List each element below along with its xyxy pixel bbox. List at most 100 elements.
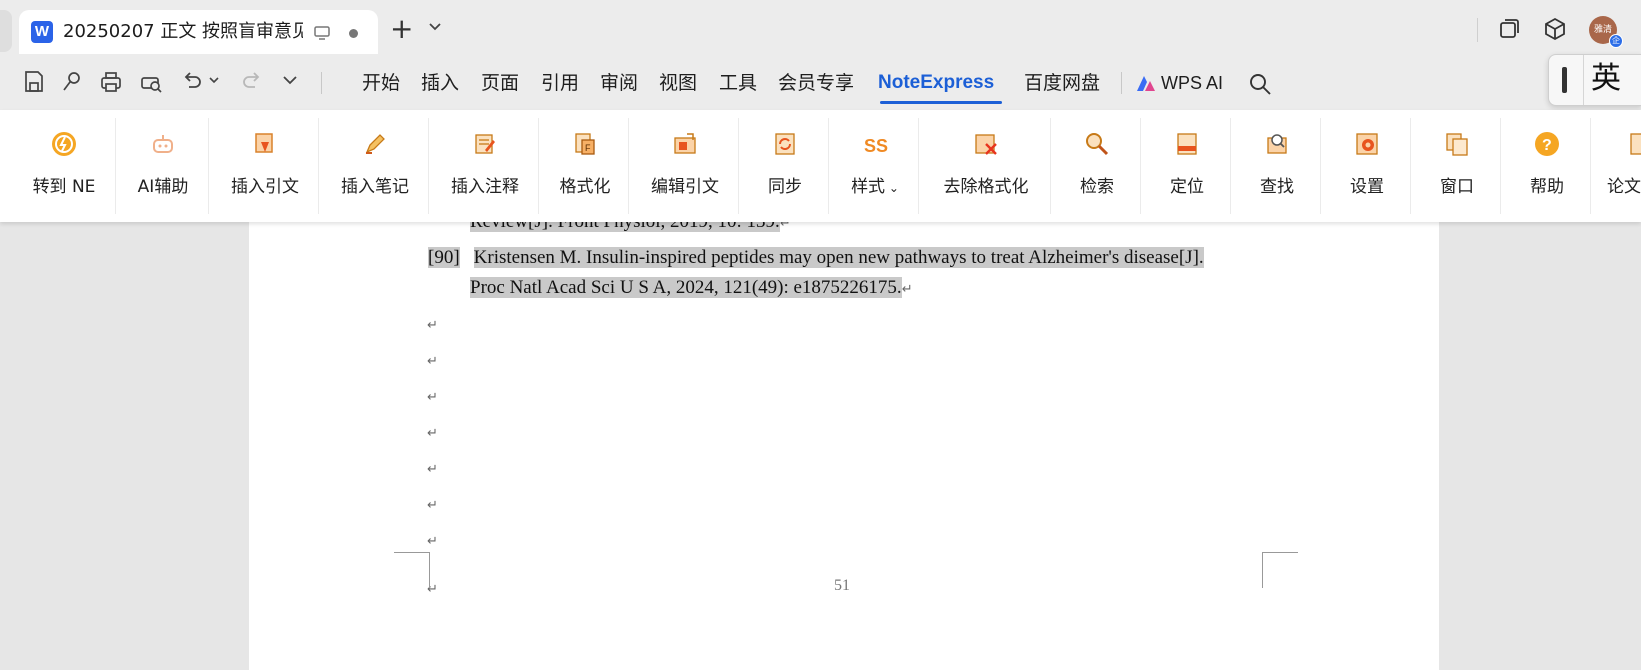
reference-90-line-1[interactable]: [90] Kristensen M. Insulin-inspired pepti… bbox=[428, 246, 1204, 270]
ime-divider bbox=[1583, 55, 1584, 105]
ribbon-remove-format[interactable]: 去除格式化 bbox=[925, 110, 1047, 222]
redo-icon[interactable] bbox=[240, 69, 264, 95]
reference-90-line-2[interactable]: Proc Natl Acad Sci U S A, 2024, 121(49):… bbox=[470, 276, 913, 302]
locate-icon bbox=[1177, 133, 1197, 155]
menu-divider bbox=[1121, 72, 1122, 94]
paragraph-mark: ↵ bbox=[427, 318, 438, 333]
menu-baidu-netdisk[interactable]: 百度网盘 bbox=[1024, 70, 1100, 96]
gear-icon bbox=[1356, 133, 1378, 155]
ribbon-edit-citation[interactable]: 编辑引文 bbox=[635, 110, 735, 222]
paragraph-mark: ↵ bbox=[427, 498, 438, 513]
format-painter-icon[interactable] bbox=[60, 69, 84, 95]
ribbon-insert-annotation[interactable]: 插入注释 bbox=[435, 110, 535, 222]
undo-dropdown-icon[interactable] bbox=[208, 76, 220, 86]
page-number: 51 bbox=[834, 577, 850, 594]
ribbon-divider bbox=[115, 118, 116, 214]
ribbon-style[interactable]: SS 样式 ⌄ bbox=[835, 110, 915, 222]
ribbon-paper[interactable]: 论文 bbox=[1597, 110, 1641, 222]
reference-text: Kristensen M. Insulin-inspired peptides … bbox=[473, 247, 1204, 268]
reference-number: [90] bbox=[428, 247, 460, 268]
magnifier-icon bbox=[1086, 133, 1109, 156]
ne-logo-icon bbox=[52, 132, 76, 156]
wps-writer-icon: W bbox=[31, 21, 53, 43]
crop-mark bbox=[1262, 552, 1298, 553]
crop-mark bbox=[394, 552, 430, 553]
paragraph-mark: ↵ bbox=[427, 354, 438, 369]
ime-indicator[interactable]: 英 bbox=[1548, 54, 1641, 106]
ribbon-locate[interactable]: 定位 bbox=[1147, 110, 1227, 222]
menu-page[interactable]: 页面 bbox=[481, 70, 519, 96]
reference-text: Proc Natl Acad Sci U S A, 2024, 121(49):… bbox=[470, 277, 902, 298]
ribbon-sync[interactable]: 同步 bbox=[745, 110, 825, 222]
search-icon[interactable] bbox=[1248, 72, 1272, 96]
document-tab-title: 20250207 正文 按照盲审意见 bbox=[63, 21, 303, 42]
menu-view[interactable]: 视图 bbox=[659, 70, 697, 96]
ribbon-help[interactable]: ? 帮助 bbox=[1507, 110, 1587, 222]
ribbon-divider bbox=[1500, 118, 1501, 214]
ribbon-format[interactable]: F 格式化 bbox=[545, 110, 625, 222]
ribbon-divider bbox=[738, 118, 739, 214]
more-chevron-icon[interactable] bbox=[282, 74, 298, 86]
menu-bar: 开始 插入 页面 引用 审阅 视图 工具 会员专享 NoteExpress 百度… bbox=[0, 56, 1641, 110]
svg-text:F: F bbox=[585, 143, 591, 153]
wps-ai-button[interactable]: WPS AI bbox=[1161, 70, 1223, 96]
document-tab[interactable]: W 20250207 正文 按照盲审意见 bbox=[19, 10, 378, 54]
sync-icon bbox=[775, 133, 795, 155]
previous-tab-edge[interactable] bbox=[0, 10, 12, 52]
tabbar-divider bbox=[1477, 18, 1478, 42]
menu-noteexpress[interactable]: NoteExpress bbox=[878, 70, 994, 96]
ribbon-divider bbox=[1410, 118, 1411, 214]
ribbon-divider bbox=[1140, 118, 1141, 214]
edit-citation-icon bbox=[674, 133, 696, 154]
menu-references[interactable]: 引用 bbox=[541, 70, 579, 96]
ribbon-go-to-ne[interactable]: 转到 NE bbox=[18, 110, 110, 222]
style-dropdown-icon[interactable]: ⌄ bbox=[885, 181, 899, 195]
wps-ai-logo-icon bbox=[1137, 76, 1155, 91]
ime-handle-icon[interactable] bbox=[1562, 67, 1567, 93]
ribbon-ai-assist[interactable]: AI辅助 bbox=[122, 110, 204, 222]
menu-tools[interactable]: 工具 bbox=[719, 70, 757, 96]
ribbon-divider bbox=[318, 118, 319, 214]
ribbon-settings[interactable]: 设置 bbox=[1327, 110, 1407, 222]
menu-member[interactable]: 会员专享 bbox=[778, 70, 854, 96]
ribbon-divider bbox=[1050, 118, 1051, 214]
ribbon-find[interactable]: 查找 bbox=[1237, 110, 1317, 222]
print-icon[interactable] bbox=[98, 69, 124, 95]
print-preview-icon[interactable] bbox=[138, 69, 164, 95]
cube-icon[interactable] bbox=[1543, 17, 1567, 41]
menu-review[interactable]: 审阅 bbox=[600, 70, 638, 96]
ribbon-divider bbox=[208, 118, 209, 214]
robot-icon bbox=[153, 135, 173, 153]
menu-insert[interactable]: 插入 bbox=[421, 70, 459, 96]
remove-format-icon bbox=[975, 134, 997, 155]
format-icon: F bbox=[575, 133, 595, 155]
ribbon-insert-note[interactable]: 插入笔记 bbox=[325, 110, 425, 222]
ribbon-divider bbox=[428, 118, 429, 214]
note-icon bbox=[475, 134, 495, 154]
help-icon: ? bbox=[1535, 132, 1559, 156]
tab-bar: W 20250207 正文 按照盲审意见 + 雅清 企 bbox=[0, 0, 1641, 56]
undo-icon[interactable] bbox=[180, 69, 204, 95]
ribbon-search[interactable]: 检索 bbox=[1057, 110, 1137, 222]
crop-mark bbox=[429, 552, 430, 588]
unsaved-dot-icon[interactable] bbox=[349, 29, 358, 38]
ribbon-insert-citation[interactable]: 插入引文 bbox=[215, 110, 315, 222]
restore-window-icon[interactable] bbox=[1497, 17, 1521, 41]
paper-icon bbox=[1630, 133, 1641, 155]
enterprise-badge: 企 bbox=[1609, 34, 1623, 48]
new-tab-button[interactable]: + bbox=[390, 15, 413, 43]
chevron-down-icon[interactable] bbox=[428, 22, 442, 32]
save-icon[interactable] bbox=[22, 69, 46, 95]
style-icon: SS bbox=[864, 136, 888, 156]
menu-divider bbox=[321, 72, 322, 94]
monitor-icon[interactable] bbox=[313, 24, 331, 42]
noteexpress-ribbon: 转到 NE AI辅助 插入引文 插入笔记 插入注释 F 格式化 编辑引文 同步 … bbox=[0, 110, 1641, 222]
ribbon-divider bbox=[1230, 118, 1231, 214]
ribbon-divider bbox=[628, 118, 629, 214]
ribbon-divider bbox=[538, 118, 539, 214]
menu-start[interactable]: 开始 bbox=[362, 70, 400, 96]
ribbon-window[interactable]: 窗口 bbox=[1417, 110, 1497, 222]
svg-text:?: ? bbox=[1542, 137, 1552, 154]
active-tab-underline bbox=[880, 101, 1002, 104]
insert-citation-icon bbox=[255, 133, 273, 153]
